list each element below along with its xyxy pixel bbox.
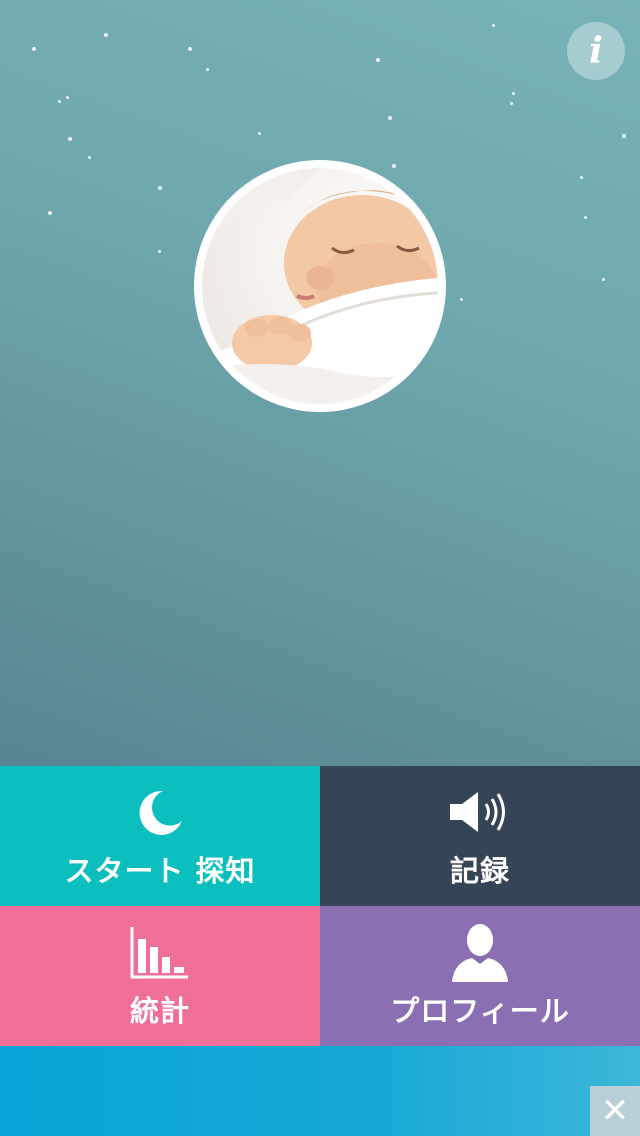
profile-label: プロフィール [390,994,570,1028]
star [158,250,161,253]
record-button[interactable]: 記録 [320,766,640,906]
star [66,96,69,99]
main-menu: スタート 探知 記録 統計 プロフィール [0,766,640,1046]
star [68,137,72,141]
baby-avatar[interactable] [194,160,446,412]
bar-chart-icon [130,927,188,979]
speaker-icon [450,792,505,832]
record-label: 記録 [449,854,510,888]
star [104,33,108,37]
star [584,216,587,219]
info-icon: i [589,30,603,72]
star [392,164,396,168]
star [206,68,209,71]
star [622,134,626,138]
star [32,47,36,51]
star [510,102,513,105]
star [460,298,463,301]
star [188,47,192,51]
profile-button[interactable]: プロフィール [320,906,640,1046]
star [376,58,380,62]
star [512,92,515,95]
star [88,156,91,159]
stats-button[interactable]: 統計 [0,906,320,1046]
star [58,100,61,103]
close-ad-button[interactable]: ✕ [590,1086,640,1136]
star [602,278,605,281]
close-icon: ✕ [600,1091,630,1131]
stats-label: 統計 [129,994,190,1028]
star [258,132,261,135]
ad-banner[interactable] [0,1046,640,1136]
info-button[interactable]: i [567,22,625,80]
star [492,24,495,27]
start-detection-button[interactable]: スタート 探知 [0,766,320,906]
star [580,176,583,179]
star [158,186,162,190]
star [48,211,52,215]
star [388,116,392,120]
start-detection-label: スタート 探知 [64,854,256,888]
user-icon [452,924,508,982]
moon-icon [139,790,182,835]
baby-photo [202,168,438,404]
